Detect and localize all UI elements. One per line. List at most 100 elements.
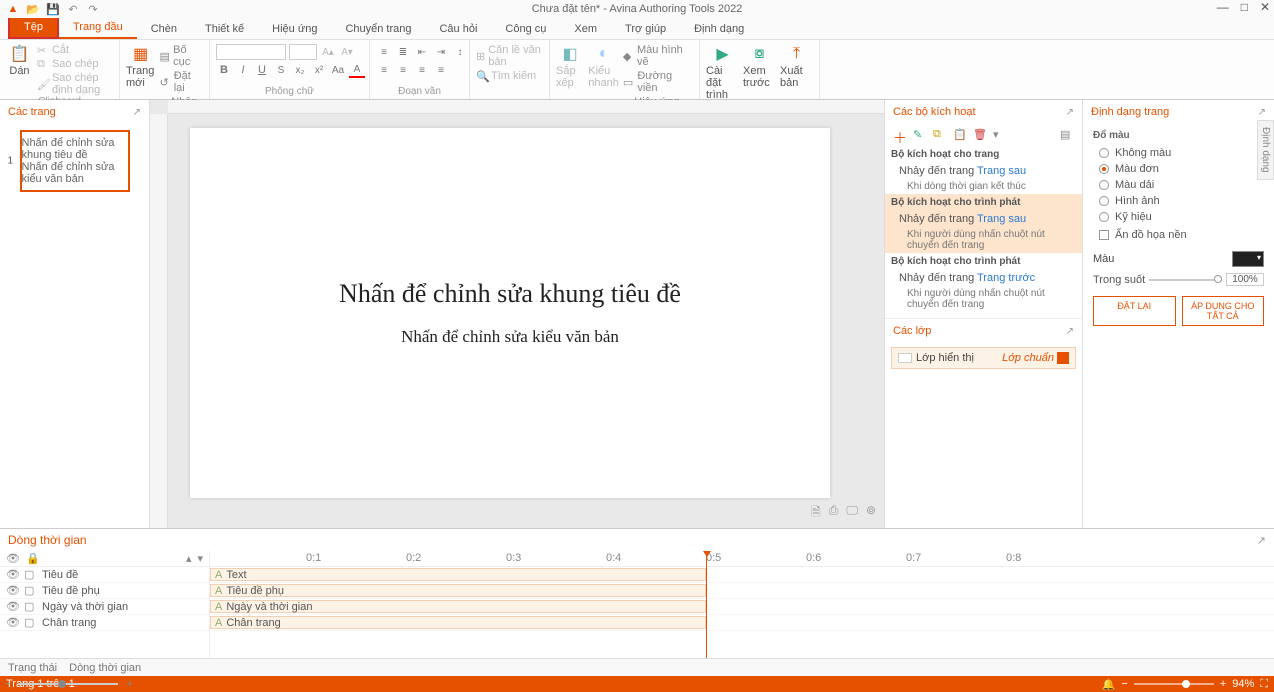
- tab-help[interactable]: Trợ giúp: [611, 19, 680, 39]
- slide-thumbnail[interactable]: Nhấn để chỉnh sửa khung tiêu đề Nhấn để …: [20, 130, 130, 192]
- sup-icon[interactable]: x²: [311, 62, 327, 78]
- lock-header-icon[interactable]: 🔒: [26, 552, 40, 565]
- layout-button[interactable]: ▤Bố cục: [159, 44, 203, 68]
- eye-header-icon[interactable]: 👁: [6, 552, 20, 565]
- collapse-down-icon[interactable]: ▾: [197, 552, 203, 565]
- minimize-button[interactable]: —: [1217, 0, 1229, 14]
- tab-effects[interactable]: Hiệu ứng: [258, 19, 331, 39]
- open-icon[interactable]: 📂: [26, 2, 40, 16]
- fill-image-radio[interactable]: Hình ảnh: [1093, 193, 1264, 209]
- fill-gradient-radio[interactable]: Màu dải: [1093, 177, 1264, 193]
- redo-icon[interactable]: ↷: [86, 2, 100, 16]
- fill-none-radio[interactable]: Không màu: [1093, 145, 1264, 161]
- timeline-object-row[interactable]: 👁▢Tiêu đề: [0, 567, 209, 583]
- quick-styles-button[interactable]: ◐Kiểu nhanh: [588, 44, 619, 89]
- case-icon[interactable]: Aa: [330, 62, 346, 78]
- sub-icon[interactable]: x₂: [292, 62, 308, 78]
- tab-question[interactable]: Câu hỏi: [425, 19, 491, 39]
- tab-view[interactable]: Xem: [560, 19, 611, 39]
- notes-icon[interactable]: 🗎: [811, 503, 821, 524]
- edit-trigger-icon[interactable]: ✎: [913, 128, 927, 142]
- reset-button[interactable]: ↺Đặt lại: [159, 70, 203, 94]
- paste-trigger-icon[interactable]: 📋: [953, 128, 967, 142]
- timeline-clip[interactable]: AText: [210, 568, 706, 581]
- linespace-icon[interactable]: ↕: [452, 44, 468, 60]
- shape-outline-button[interactable]: ▭Đường viền: [623, 70, 693, 94]
- timeline-tab[interactable]: Dòng thời gian: [69, 662, 141, 674]
- publish-button[interactable]: ⤒Xuất bản: [780, 44, 813, 89]
- apply-all-button[interactable]: ÁP DỤNG CHO TẤT CẢ: [1182, 296, 1265, 326]
- timeline-object-row[interactable]: 👁▢Tiêu đề phụ: [0, 583, 209, 599]
- collapse-up-icon[interactable]: ▴: [186, 552, 192, 565]
- tab-design[interactable]: Thiết kế: [191, 19, 258, 39]
- playhead[interactable]: [706, 551, 707, 658]
- delete-trigger-icon[interactable]: 🗑: [973, 128, 987, 142]
- format-pin-icon[interactable]: ↗: [1258, 107, 1266, 118]
- hide-bg-graphics-check[interactable]: Ẩn đồ họa nền: [1093, 225, 1264, 245]
- timeline-clip[interactable]: ATiêu đề phụ: [210, 584, 706, 597]
- monitor-icon[interactable]: 🖵: [846, 503, 858, 524]
- font-color-icon[interactable]: A: [349, 62, 365, 78]
- italic-icon[interactable]: I: [235, 62, 251, 78]
- more-trigger-icon[interactable]: ▾: [993, 128, 1007, 142]
- find-button[interactable]: 🔍Tìm kiếm: [476, 70, 543, 82]
- font-shrink-icon[interactable]: A▾: [339, 44, 355, 60]
- add-trigger-icon[interactable]: ＋: [893, 128, 907, 142]
- timeline-clip[interactable]: ANgày và thời gian: [210, 600, 706, 613]
- timeline-object-row[interactable]: 👁▢Chân trang: [0, 615, 209, 631]
- reset-format-button[interactable]: ĐẶT LẠI: [1093, 296, 1176, 326]
- print-icon[interactable]: ⎙: [829, 503, 839, 524]
- layer-row[interactable]: Lớp hiển thị Lớp chuẩn: [891, 347, 1076, 369]
- indent-inc-icon[interactable]: ⇥: [433, 44, 449, 60]
- close-button[interactable]: ✕: [1260, 0, 1270, 14]
- tab-file[interactable]: Tệp: [8, 15, 59, 39]
- align-center-icon[interactable]: ≡: [395, 62, 411, 78]
- opacity-slider[interactable]: [1149, 279, 1222, 281]
- copy-button[interactable]: ⧉Sao chép: [37, 58, 113, 70]
- slide-subtitle-placeholder[interactable]: Nhấn để chỉnh sửa kiểu văn bản: [401, 327, 619, 347]
- tab-transition[interactable]: Chuyển trang: [331, 19, 425, 39]
- align-left-icon[interactable]: ≡: [376, 62, 392, 78]
- fill-pattern-radio[interactable]: Kỹ hiệu: [1093, 209, 1264, 225]
- preview-button[interactable]: ⧇Xem trước: [743, 44, 776, 89]
- copy-trigger-icon[interactable]: ⧉: [933, 128, 947, 142]
- timeline-pin-icon[interactable]: ↗: [1257, 534, 1266, 547]
- color-picker[interactable]: [1232, 251, 1264, 267]
- slide-canvas[interactable]: Nhấn để chỉnh sửa khung tiêu đề Nhấn để …: [190, 128, 830, 498]
- timeline-object-row[interactable]: 👁▢Ngày và thời gian: [0, 599, 209, 615]
- tab-insert[interactable]: Chèn: [137, 19, 191, 39]
- bullets-icon[interactable]: ≡: [376, 44, 392, 60]
- trigger-row[interactable]: Nhảy đến trang Trang sau: [885, 211, 1082, 227]
- triggers-pin-icon[interactable]: ↗: [1066, 107, 1074, 118]
- zoom-in-status-icon[interactable]: +: [1220, 678, 1226, 690]
- trigger-row[interactable]: Nhảy đến trang Trang trước: [885, 270, 1082, 286]
- shape-fill-button[interactable]: ◆Màu hình vẽ: [623, 44, 693, 68]
- fit-icon[interactable]: ⛶: [1260, 678, 1268, 691]
- font-grow-icon[interactable]: A▴: [320, 44, 336, 60]
- panel-pin-icon[interactable]: ↗: [133, 107, 141, 118]
- align-justify-icon[interactable]: ≡: [433, 62, 449, 78]
- zoom-out-status-icon[interactable]: −: [1121, 678, 1127, 690]
- notify-icon[interactable]: 🔔: [1102, 678, 1116, 691]
- copy-format-button[interactable]: 🖌Sao chép định dạng: [37, 72, 113, 96]
- zoom-slider[interactable]: [1134, 683, 1214, 685]
- indent-dec-icon[interactable]: ⇤: [414, 44, 430, 60]
- slide-title-placeholder[interactable]: Nhấn để chỉnh sửa khung tiêu đề: [339, 279, 681, 309]
- layers-pin-icon[interactable]: ↗: [1066, 326, 1074, 337]
- layer-visible-check[interactable]: [1057, 352, 1069, 364]
- font-family-select[interactable]: [216, 44, 286, 60]
- timeline-clip[interactable]: AChân trang: [210, 616, 706, 629]
- arrange-button[interactable]: ◧Sắp xếp: [556, 44, 584, 89]
- manage-vars-icon[interactable]: ▤: [1060, 128, 1074, 142]
- camera-icon[interactable]: ⊚: [866, 503, 876, 524]
- trigger-row[interactable]: Nhảy đến trang Trang sau: [885, 163, 1082, 179]
- cut-button[interactable]: ✂Cắt: [37, 44, 113, 56]
- tab-format[interactable]: Định dạng: [680, 19, 758, 39]
- save-icon[interactable]: 💾: [46, 2, 60, 16]
- maximize-button[interactable]: □: [1241, 0, 1248, 14]
- strike-icon[interactable]: S: [273, 62, 289, 78]
- underline-icon[interactable]: U: [254, 62, 270, 78]
- fit-text-button[interactable]: ⊞Căn lề văn bản: [476, 44, 543, 68]
- new-page-button[interactable]: ▦Trang mới: [126, 44, 155, 89]
- fill-solid-radio[interactable]: Màu đơn: [1093, 161, 1264, 177]
